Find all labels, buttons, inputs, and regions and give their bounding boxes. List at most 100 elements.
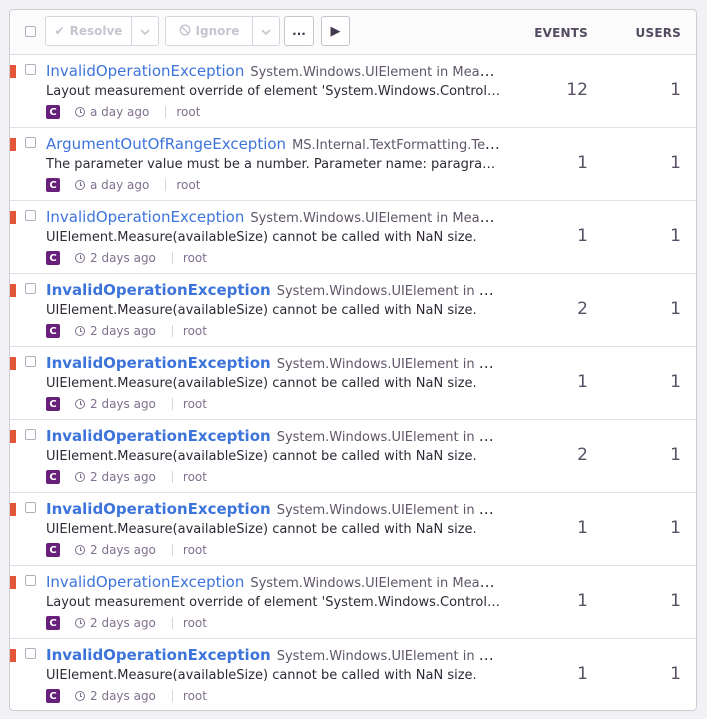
ignore-button[interactable]: Ignore xyxy=(165,16,253,46)
issue-user: root xyxy=(176,105,201,119)
issue-row[interactable]: InvalidOperationException System.Windows.… xyxy=(10,55,696,128)
issue-type-link[interactable]: InvalidOperationException xyxy=(46,62,244,80)
issue-user: root xyxy=(182,397,207,411)
clock-icon xyxy=(75,472,85,482)
error-level-indicator xyxy=(10,65,16,78)
issue-meta: C a day ago root xyxy=(46,177,200,193)
meta-divider xyxy=(171,252,173,264)
users-column-header: USERS xyxy=(635,26,681,40)
csharp-platform-icon: C xyxy=(46,616,60,630)
clock-icon xyxy=(75,107,85,117)
ignore-icon xyxy=(179,23,191,39)
issue-row[interactable]: InvalidOperationException System.Windows.… xyxy=(10,493,696,566)
issue-title: InvalidOperationException System.Windows.… xyxy=(46,645,501,667)
more-actions-button[interactable]: ... xyxy=(284,16,314,46)
issue-user-count: 1 xyxy=(670,445,681,465)
issue-culprit: System.Windows.UIElement in MeasureCore xyxy=(276,503,501,518)
issue-event-count: 2 xyxy=(577,299,588,319)
issue-user: root xyxy=(176,178,201,192)
issue-type-link[interactable]: InvalidOperationException xyxy=(46,573,244,591)
issue-checkbox[interactable] xyxy=(25,137,36,148)
issue-checkbox[interactable] xyxy=(25,283,36,294)
issue-event-count: 1 xyxy=(577,226,588,246)
resolve-dropdown-button[interactable] xyxy=(131,16,159,46)
issue-row[interactable]: InvalidOperationException System.Windows.… xyxy=(10,347,696,420)
issue-row[interactable]: InvalidOperationException System.Windows.… xyxy=(10,274,696,347)
issue-type-link[interactable]: ArgumentOutOfRangeException xyxy=(46,135,286,153)
play-button[interactable]: ▶ xyxy=(321,16,350,46)
issue-user-count: 1 xyxy=(670,518,681,538)
issue-type-link[interactable]: InvalidOperationException xyxy=(46,208,244,226)
ignore-dropdown-button[interactable] xyxy=(252,16,280,46)
issue-meta: C 2 days ago root xyxy=(46,396,207,412)
error-level-indicator xyxy=(10,138,16,151)
csharp-platform-icon: C xyxy=(46,543,60,557)
issue-user: root xyxy=(182,324,207,338)
issue-checkbox[interactable] xyxy=(25,210,36,221)
issue-title: InvalidOperationException System.Windows.… xyxy=(46,61,501,83)
issue-checkbox[interactable] xyxy=(25,64,36,75)
chevron-down-icon xyxy=(261,24,271,38)
clock-icon xyxy=(75,326,85,336)
resolve-button[interactable]: ✔ Resolve xyxy=(45,16,132,46)
more-actions-label: ... xyxy=(292,24,306,38)
issue-message: UIElement.Measure(availableSize) cannot … xyxy=(46,668,477,683)
issue-time: a day ago xyxy=(90,105,150,119)
clock-icon xyxy=(75,399,85,409)
issue-event-count: 2 xyxy=(577,445,588,465)
issue-message: UIElement.Measure(availableSize) cannot … xyxy=(46,230,477,245)
meta-divider xyxy=(171,690,173,702)
issue-event-count: 1 xyxy=(577,153,588,173)
issue-meta: C 2 days ago root xyxy=(46,615,207,631)
issue-title: InvalidOperationException System.Windows.… xyxy=(46,280,501,302)
issue-user-count: 1 xyxy=(670,664,681,684)
issue-event-count: 1 xyxy=(577,591,588,611)
issue-type-link[interactable]: InvalidOperationException xyxy=(46,500,271,518)
issue-checkbox[interactable] xyxy=(25,429,36,440)
issue-checkbox[interactable] xyxy=(25,648,36,659)
issue-time: 2 days ago xyxy=(90,324,156,338)
issue-culprit: System.Windows.UIElement in MeasureCore xyxy=(276,430,501,445)
csharp-platform-icon: C xyxy=(46,105,60,119)
issue-row[interactable]: InvalidOperationException System.Windows.… xyxy=(10,639,696,710)
issue-meta: C a day ago root xyxy=(46,104,200,120)
csharp-platform-icon: C xyxy=(46,689,60,703)
issue-checkbox[interactable] xyxy=(25,575,36,586)
meta-divider xyxy=(171,617,173,629)
issue-row[interactable]: InvalidOperationException System.Windows.… xyxy=(10,566,696,639)
issue-checkbox[interactable] xyxy=(25,502,36,513)
issue-type-link[interactable]: InvalidOperationException xyxy=(46,427,271,445)
issue-culprit: System.Windows.UIElement in MeasureCore xyxy=(276,649,501,664)
clock-icon xyxy=(75,691,85,701)
issue-time: 2 days ago xyxy=(90,397,156,411)
csharp-platform-icon: C xyxy=(46,324,60,338)
issue-type-link[interactable]: InvalidOperationException xyxy=(46,354,271,372)
issue-message: UIElement.Measure(availableSize) cannot … xyxy=(46,376,477,391)
error-level-indicator xyxy=(10,284,16,297)
issue-row[interactable]: ArgumentOutOfRangeException MS.Internal.T… xyxy=(10,128,696,201)
issue-meta: C 2 days ago root xyxy=(46,250,207,266)
error-level-indicator xyxy=(10,357,16,370)
csharp-platform-icon: C xyxy=(46,251,60,265)
meta-divider xyxy=(171,471,173,483)
issue-type-link[interactable]: InvalidOperationException xyxy=(46,646,271,664)
issue-user-count: 1 xyxy=(670,591,681,611)
issue-time: 2 days ago xyxy=(90,543,156,557)
issue-type-link[interactable]: InvalidOperationException xyxy=(46,281,271,299)
issue-row[interactable]: InvalidOperationException System.Windows.… xyxy=(10,420,696,493)
resolve-label: Resolve xyxy=(69,24,123,38)
check-icon: ✔ xyxy=(54,24,65,38)
issue-title: ArgumentOutOfRangeException MS.Internal.T… xyxy=(46,134,501,156)
issue-message: UIElement.Measure(availableSize) cannot … xyxy=(46,303,477,318)
select-all-checkbox[interactable] xyxy=(25,26,36,37)
issue-message: The parameter value must be a number. Pa… xyxy=(46,157,502,172)
issue-title: InvalidOperationException System.Windows.… xyxy=(46,426,501,448)
issue-user-count: 1 xyxy=(670,372,681,392)
issue-time: 2 days ago xyxy=(90,251,156,265)
issue-row[interactable]: InvalidOperationException System.Windows.… xyxy=(10,201,696,274)
clock-icon xyxy=(75,253,85,263)
issue-user-count: 1 xyxy=(670,153,681,173)
csharp-platform-icon: C xyxy=(46,397,60,411)
issue-checkbox[interactable] xyxy=(25,356,36,367)
issue-meta: C 2 days ago root xyxy=(46,688,207,704)
